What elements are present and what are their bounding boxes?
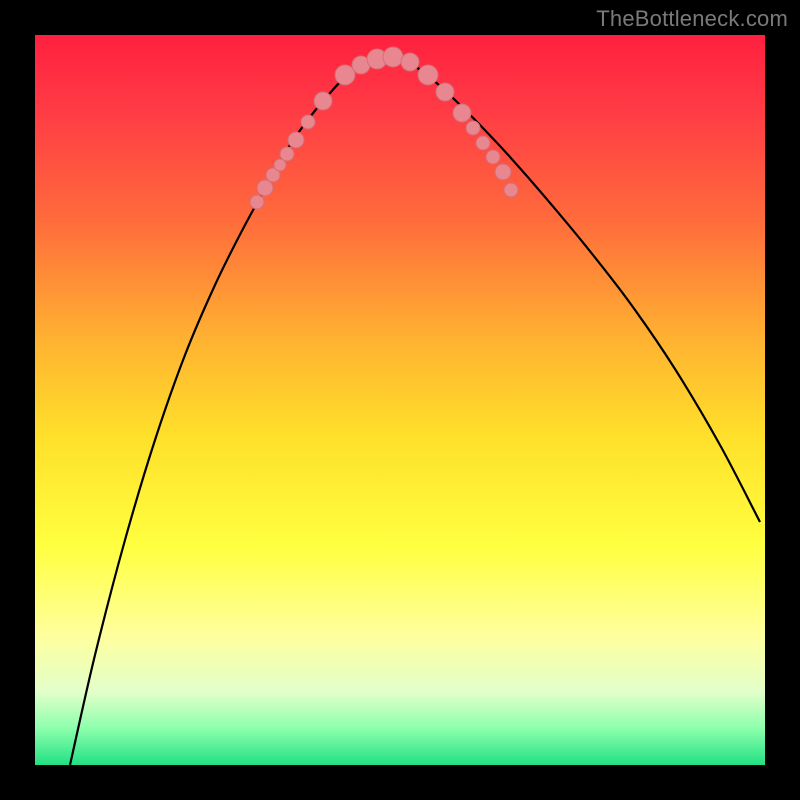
- data-marker: [495, 164, 511, 180]
- data-marker: [466, 121, 480, 135]
- data-marker: [383, 47, 403, 67]
- watermark-text: TheBottleneck.com: [596, 6, 788, 32]
- data-marker: [453, 104, 471, 122]
- data-markers: [250, 47, 518, 209]
- data-marker: [288, 132, 304, 148]
- data-marker: [367, 49, 387, 69]
- data-marker: [335, 65, 355, 85]
- data-marker: [486, 150, 500, 164]
- data-marker: [280, 147, 294, 161]
- data-marker: [352, 56, 370, 74]
- data-marker: [401, 53, 419, 71]
- chart-svg: [35, 35, 765, 765]
- data-marker: [250, 195, 264, 209]
- data-marker: [314, 92, 332, 110]
- data-marker: [266, 168, 280, 182]
- data-marker: [257, 180, 273, 196]
- bottleneck-curve: [70, 56, 760, 765]
- data-marker: [504, 183, 518, 197]
- data-marker: [301, 115, 315, 129]
- chart-frame: TheBottleneck.com: [0, 0, 800, 800]
- data-marker: [418, 65, 438, 85]
- data-marker: [476, 136, 490, 150]
- plot-area: [35, 35, 765, 765]
- data-marker: [436, 83, 454, 101]
- data-marker: [274, 159, 286, 171]
